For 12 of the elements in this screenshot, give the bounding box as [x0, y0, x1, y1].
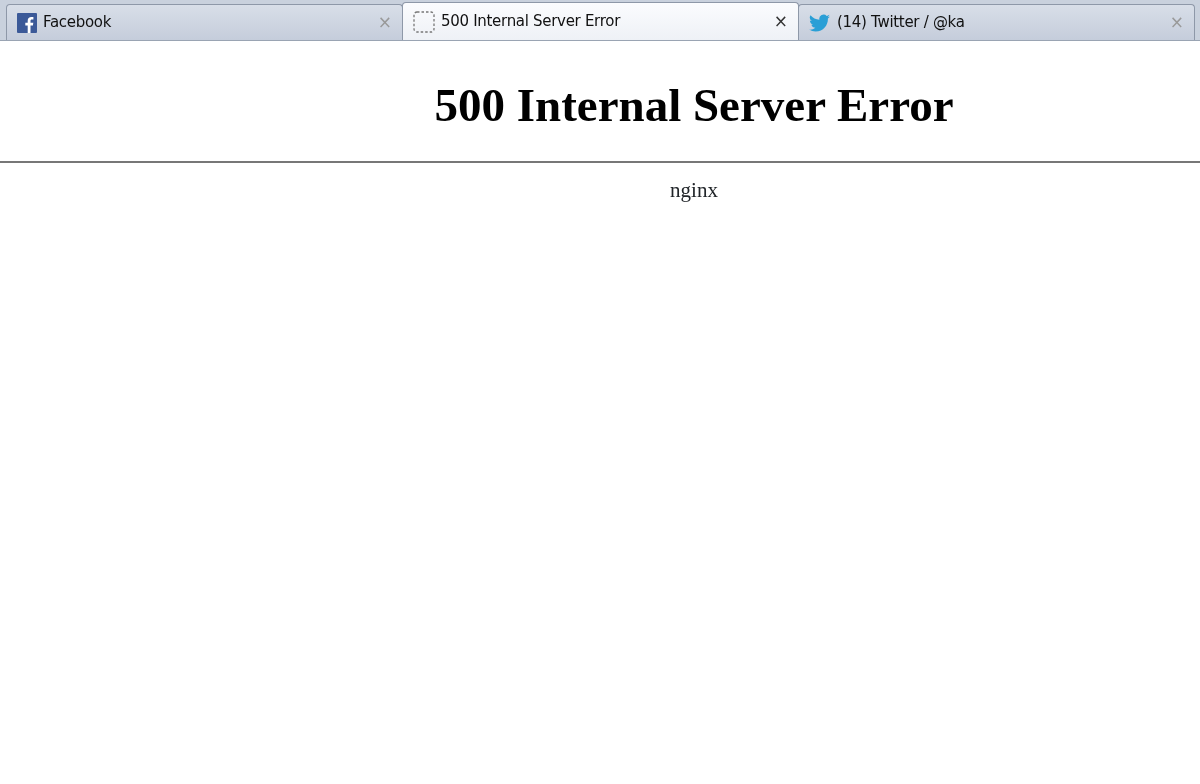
browser-tab[interactable]: 500 Internal Server Error × — [402, 2, 799, 40]
tab-title: (14) Twitter / @ka — [837, 12, 966, 34]
tab-title: 500 Internal Server Error — [441, 11, 622, 33]
server-name: nginx — [669, 177, 719, 205]
close-tab-button[interactable]: × — [773, 13, 788, 30]
page-heading: 500 Internal Server Error — [433, 78, 955, 133]
browser-tab[interactable]: (14) Twitter / @ka × — [798, 4, 1195, 40]
browser-tab[interactable]: Facebook × — [6, 4, 403, 40]
tab-title: Facebook — [43, 12, 113, 34]
f-logo-icon — [17, 12, 37, 33]
bird-icon — [809, 13, 831, 32]
blank-page-icon — [413, 10, 435, 33]
